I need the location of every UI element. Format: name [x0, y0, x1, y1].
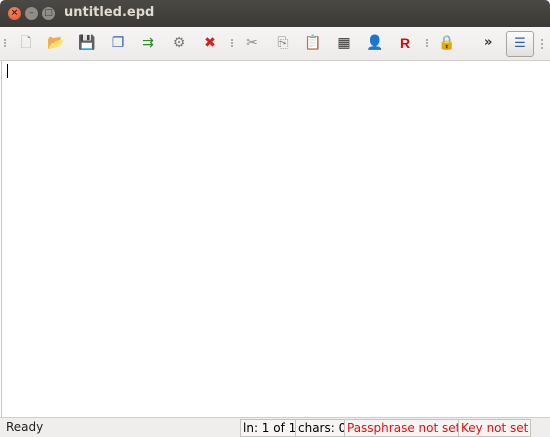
main-toolbar: 🗋 📂 💾 ❐ ⇉ ⚙ ✖ ✂ ⎘ 📋 ▦ 👤 R 🔒 » ☰	[0, 27, 550, 61]
status-message: Ready	[6, 420, 44, 434]
toolbar-grip[interactable]	[4, 39, 8, 47]
char-count: chars: 0	[295, 419, 350, 437]
recipient-icon[interactable]: R	[395, 33, 415, 53]
new-document-icon[interactable]: 🗋	[16, 33, 36, 53]
save-icon[interactable]: 💾	[77, 33, 97, 53]
key-status: Key not set	[458, 419, 532, 437]
toolbar-overflow-button[interactable]: »	[484, 33, 496, 53]
status-bar: Ready ln: 1 of 1 chars: 0 Passphrase not…	[0, 417, 550, 437]
text-editor[interactable]	[1, 61, 550, 417]
close-window-button[interactable]: ×	[8, 7, 21, 20]
user-key-icon[interactable]: 👤	[365, 33, 385, 53]
title-bar: × – □ untitled.epd	[0, 0, 550, 27]
toolbar-separator	[426, 39, 430, 47]
text-cursor	[7, 64, 8, 78]
line-indicator: ln: 1 of 1	[240, 419, 300, 437]
paste-icon[interactable]: 📋	[303, 33, 323, 53]
toolbar-separator	[231, 39, 235, 47]
find-icon[interactable]: ▦	[334, 33, 354, 53]
properties-icon[interactable]: ⚙	[169, 33, 189, 53]
window-title: untitled.epd	[64, 5, 155, 20]
passphrase-status: Passphrase not set	[344, 419, 464, 437]
maximize-window-button[interactable]: □	[42, 7, 55, 20]
word-wrap-toggle-button[interactable]: ☰	[506, 31, 534, 57]
delete-icon[interactable]: ✖	[200, 33, 220, 53]
toolbar-end-grip[interactable]	[541, 39, 545, 49]
save-as-icon[interactable]: ❐	[108, 33, 128, 53]
minimize-window-button[interactable]: –	[25, 7, 38, 20]
lock-icon[interactable]: 🔒	[437, 33, 457, 53]
cut-icon[interactable]: ✂	[242, 33, 262, 53]
open-folder-icon[interactable]: 📂	[46, 33, 66, 53]
copy-icon[interactable]: ⎘	[273, 33, 293, 53]
export-icon[interactable]: ⇉	[138, 33, 158, 53]
